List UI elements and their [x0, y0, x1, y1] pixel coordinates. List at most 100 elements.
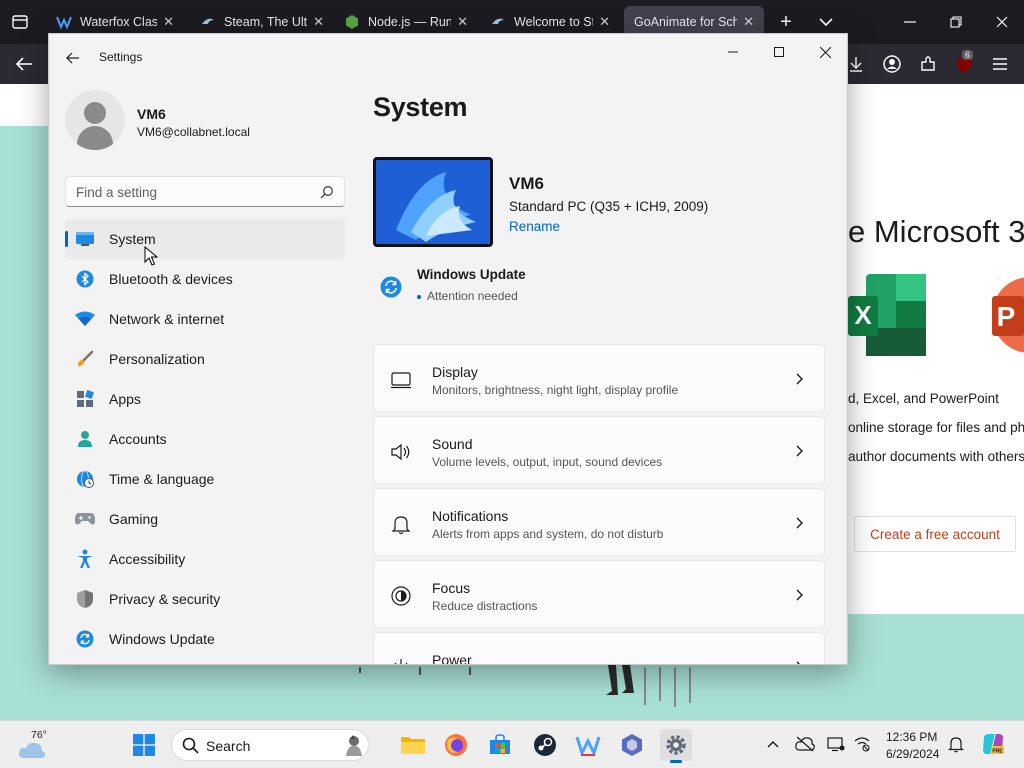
sidebar-item-label: Apps	[109, 391, 141, 407]
settings-row-power[interactable]: Power	[373, 632, 825, 664]
settings-row-focus[interactable]: Focus Reduce distractions	[373, 560, 825, 628]
tab-close-icon[interactable]: ✕	[599, 14, 610, 30]
start-button[interactable]	[128, 729, 160, 761]
settings-row-display[interactable]: Display Monitors, brightness, night ligh…	[373, 344, 825, 412]
mouse-cursor-icon	[144, 246, 158, 266]
row-title: Focus	[432, 580, 471, 596]
taskbar-file-explorer[interactable]	[397, 729, 429, 761]
user-name: VM6	[137, 106, 166, 122]
svg-text:P: P	[997, 301, 1016, 332]
rename-link[interactable]: Rename	[509, 219, 560, 234]
chevron-right-icon	[796, 589, 803, 601]
search-input[interactable]	[76, 183, 306, 201]
maximize-button[interactable]	[759, 38, 799, 66]
tab-list-icon[interactable]	[8, 12, 32, 32]
row-subtitle: Monitors, brightness, night light, displ…	[432, 383, 679, 397]
speaker-icon	[391, 443, 410, 461]
bluetooth-icon	[75, 269, 95, 289]
tab-close-icon[interactable]: ✕	[743, 14, 754, 30]
windows-update-title[interactable]: Windows Update	[417, 267, 526, 282]
browser-close-icon[interactable]	[988, 10, 1016, 34]
settings-titlebar: Settings	[49, 34, 847, 82]
power-icon	[394, 659, 408, 664]
tab-close-icon[interactable]: ✕	[163, 14, 174, 30]
device-model: Standard PC (Q35 + ICH9, 2009)	[509, 199, 709, 214]
search-icon[interactable]	[320, 185, 334, 199]
sidebar-item-network[interactable]: Network & internet	[65, 299, 345, 339]
sidebar-item-personalization[interactable]: Personalization	[65, 339, 345, 379]
windows-bloom-wallpaper	[376, 160, 490, 244]
row-subtitle: Volume levels, output, input, sound devi…	[432, 455, 663, 469]
search-highlight-icon	[346, 735, 362, 756]
display-tray-icon[interactable]	[825, 733, 847, 755]
taskbar-firefox[interactable]	[440, 729, 472, 761]
update-icon[interactable]	[380, 276, 402, 298]
sidebar-item-bluetooth[interactable]: Bluetooth & devices	[65, 259, 345, 299]
cloud-offline-icon[interactable]	[794, 733, 816, 755]
settings-list: Display Monitors, brightness, night ligh…	[373, 344, 825, 664]
sidebar-item-label: Privacy & security	[109, 591, 221, 607]
ublock-icon[interactable]: 6	[952, 50, 976, 76]
account-icon[interactable]	[880, 52, 904, 76]
row-subtitle: Alerts from apps and system, do not dist…	[432, 527, 664, 541]
promo-feature: d, Excel, and PowerPoint	[848, 391, 999, 406]
waterfox-icon	[56, 16, 72, 30]
waterfox-icon	[575, 736, 601, 757]
device-name: VM6	[509, 174, 544, 193]
taskbar-copilot-app[interactable]	[616, 729, 648, 761]
copilot-icon[interactable]: PRE	[980, 731, 1006, 757]
taskbar-steam[interactable]	[529, 729, 561, 761]
browser-restore-icon[interactable]	[942, 10, 970, 34]
settings-window: Settings VM6 VM6@collabnet.local System …	[48, 33, 848, 665]
taskbar-search[interactable]: Search	[171, 729, 369, 761]
back-arrow-icon[interactable]	[12, 52, 36, 76]
sidebar-item-apps[interactable]: Apps	[65, 379, 345, 419]
minimize-button[interactable]	[713, 38, 753, 66]
sidebar-item-label: Bluetooth & devices	[109, 271, 233, 287]
steam-icon	[492, 18, 504, 24]
browser-minimize-icon[interactable]	[896, 10, 924, 34]
sidebar-item-privacy-security[interactable]: Privacy & security	[65, 579, 345, 619]
new-tab-icon[interactable]: +	[774, 10, 798, 34]
create-account-button[interactable]: Create a free account	[854, 516, 1016, 552]
sidebar-item-system[interactable]: System	[65, 219, 345, 259]
device-thumbnail	[373, 157, 493, 247]
taskbar-settings[interactable]	[660, 729, 692, 763]
firefox-icon	[445, 734, 467, 756]
active-app-indicator	[670, 760, 682, 763]
tab-close-icon[interactable]: ✕	[313, 14, 324, 30]
chevron-right-icon	[796, 661, 800, 664]
search-icon	[182, 737, 199, 754]
app-hexagon-icon	[622, 734, 642, 756]
cloud-icon	[18, 742, 46, 758]
globe-clock-icon	[75, 469, 95, 489]
svg-text:X: X	[854, 300, 872, 330]
back-arrow-icon[interactable]	[61, 48, 85, 68]
sidebar-item-time-language[interactable]: Time & language	[65, 459, 345, 499]
clock-time[interactable]: 12:36 PM	[886, 730, 937, 744]
sidebar-item-label: Windows Update	[109, 631, 215, 647]
notification-bell-icon[interactable]	[945, 733, 967, 755]
taskbar-waterfox[interactable]	[572, 729, 604, 761]
sidebar-item-accounts[interactable]: Accounts	[65, 419, 345, 459]
close-button[interactable]	[805, 38, 845, 66]
clock-date[interactable]: 6/29/2024	[886, 747, 939, 761]
sidebar-item-gaming[interactable]: Gaming	[65, 499, 345, 539]
tab-close-icon[interactable]: ✕	[457, 14, 468, 30]
sidebar-item-windows-update[interactable]: Windows Update	[65, 619, 345, 659]
avatar[interactable]	[65, 90, 125, 150]
sidebar-item-accessibility[interactable]: Accessibility	[65, 539, 345, 579]
avatar-body	[77, 126, 113, 150]
extensions-icon[interactable]	[916, 52, 940, 76]
settings-row-notifications[interactable]: Notifications Alerts from apps and syste…	[373, 488, 825, 556]
tab-overflow-chevron-icon[interactable]	[814, 10, 838, 34]
tab-title: Waterfox Classic	[80, 15, 158, 29]
sidebar-item-label: Accounts	[109, 431, 167, 447]
taskbar-store[interactable]	[484, 729, 516, 761]
hamburger-menu-icon[interactable]	[988, 52, 1012, 76]
settings-row-sound[interactable]: Sound Volume levels, output, input, soun…	[373, 416, 825, 484]
network-tray-icon[interactable]	[851, 733, 873, 755]
window-title: Settings	[99, 50, 143, 64]
tray-chevron-up-icon[interactable]	[762, 733, 784, 755]
weather-widget[interactable]: 76°	[18, 729, 48, 761]
